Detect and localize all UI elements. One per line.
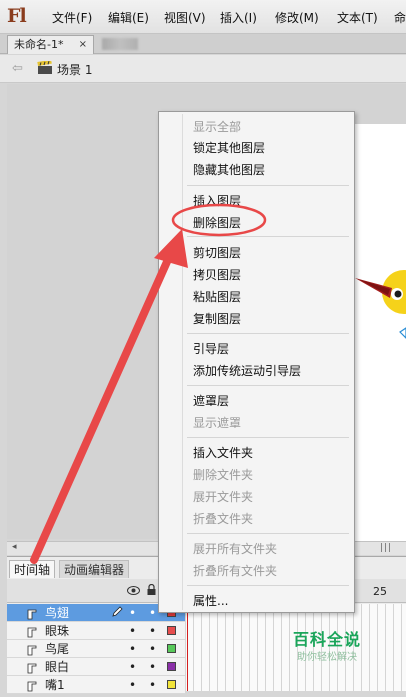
annotation-arrow-head xyxy=(154,229,188,268)
highlight-ellipse xyxy=(171,203,267,237)
watermark-subtitle: 助你轻松解决 xyxy=(297,652,357,663)
watermark-title: 百科全说 xyxy=(293,630,362,649)
annotation-arrow-shaft xyxy=(30,251,174,564)
annotation-overlay xyxy=(30,203,267,564)
